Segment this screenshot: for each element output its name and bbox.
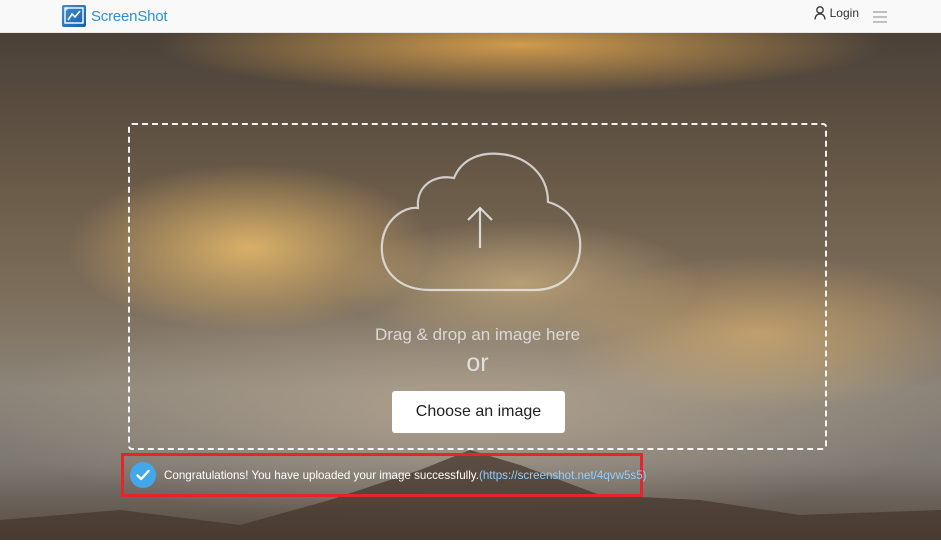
top-header: ScreenShot Login [0,0,941,33]
checkmark-circle-icon [130,462,156,488]
or-separator: or [466,349,489,377]
choose-image-button[interactable]: Choose an image [392,391,565,433]
success-text: Congratulations! You have uploaded your … [164,468,479,482]
brand-name: ScreenShot [91,7,168,25]
logo-link[interactable]: ScreenShot [62,4,168,28]
drop-zone[interactable]: Drag & drop an image here or Choose an i… [128,123,827,450]
user-icon [813,6,826,20]
upload-success-message: Congratulations! You have uploaded your … [121,453,647,497]
login-label: Login [829,6,859,20]
login-button[interactable]: Login [813,6,859,20]
page: ScreenShot Login Drag & drop an image he… [0,0,941,550]
screenshot-logo-icon [62,5,86,27]
hamburger-menu-icon[interactable] [873,10,887,23]
image-link[interactable]: (https://screenshot.net/4qvw5s5) [479,469,647,482]
drop-instruction: Drag & drop an image here [374,325,581,344]
cloud-upload-icon [380,152,582,292]
page-bottom-strip [0,540,941,550]
